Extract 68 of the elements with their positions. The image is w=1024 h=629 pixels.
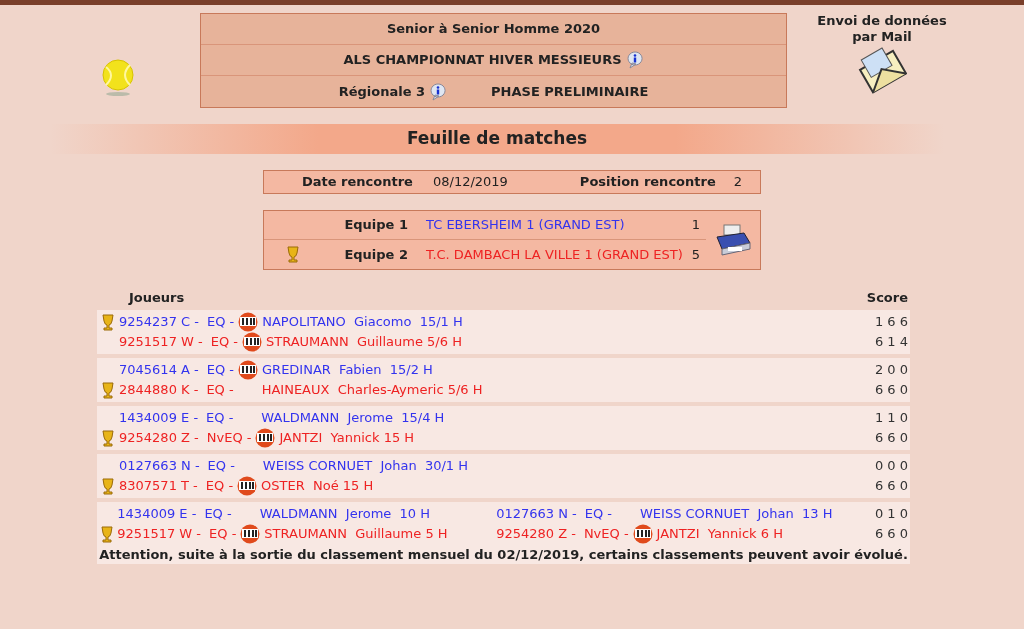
division-text: Régionale 3 <box>338 82 426 101</box>
position-label: Position rencontre <box>579 173 716 192</box>
team-status: NvEQ - <box>583 525 629 544</box>
set-scores: 6 6 0 <box>874 525 909 544</box>
player-name[interactable]: WEISS CORNUET Johan 30/1 H <box>262 456 468 476</box>
player-license[interactable]: 9251517 W - <box>117 524 202 544</box>
set-scores: 6 1 4 <box>874 333 909 352</box>
team-status: NvEQ - <box>206 429 252 448</box>
player-license[interactable]: 9254280 Z - <box>496 524 576 544</box>
notice-text: Attention, suite à la sortie du classement mensuel du 02/12/2019, certains classements peuvent avoir évolué. <box>97 546 910 564</box>
column-header: Joueurs <box>129 289 185 307</box>
player-license[interactable]: 2844880 K - <box>119 380 199 400</box>
player-name[interactable]: STRAUMANN Guillaume 5 H <box>264 524 448 544</box>
player-license[interactable]: 9254280 Z - <box>119 428 199 448</box>
team-label: Equipe 1 <box>343 216 408 235</box>
set-scores: 6 6 0 <box>874 477 909 496</box>
info-icon[interactable] <box>625 51 644 69</box>
team-score: 1 <box>691 216 700 235</box>
date-label: Date rencontre <box>302 173 413 192</box>
phase-text: PHASE PRELIMINAIRE <box>491 82 649 101</box>
set-scores: 1 1 0 <box>874 409 909 428</box>
player-name[interactable]: OSTER Noé 15 H <box>261 476 374 496</box>
team-status: EQ - <box>206 361 235 380</box>
player-license[interactable]: 1434009 E - <box>117 504 197 524</box>
player-license[interactable]: 0127663 N - <box>119 456 200 476</box>
tennis-ball-icon <box>100 59 136 97</box>
player-name[interactable]: WEISS CORNUET Johan 13 H <box>640 504 833 524</box>
player-name[interactable]: WALDMANN Jerome 15/4 H <box>261 408 445 428</box>
set-scores: 6 6 0 <box>874 381 909 400</box>
player-license[interactable]: 9251517 W - <box>119 332 203 352</box>
set-scores: 2 0 0 <box>874 361 909 380</box>
team-status: EQ - <box>210 333 238 352</box>
set-scores: 0 0 0 <box>874 457 909 476</box>
team-name[interactable]: TC EBERSHEIM 1 (GRAND EST) <box>426 215 625 235</box>
set-scores: 1 6 6 <box>874 313 909 332</box>
team-status: EQ - <box>206 409 234 428</box>
date-value: 08/12/2019 <box>432 173 508 192</box>
championship-text: ALS CHAMPIONNAT HIVER MESSIEURS <box>343 51 622 70</box>
team-name[interactable]: T.C. DAMBACH LA VILLE 1 (GRAND EST) <box>426 244 683 265</box>
team-status: EQ - <box>207 457 235 476</box>
team-status: EQ - <box>206 381 234 400</box>
set-scores: 6 6 0 <box>874 429 909 448</box>
player-name[interactable]: NAPOLITANO Giacomo 15/1 H <box>262 312 463 332</box>
category-text: Senior à Senior Homme 2020 <box>386 20 601 39</box>
team-status: EQ - <box>584 505 612 524</box>
team-label: Equipe 2 <box>343 245 408 264</box>
team-status: EQ - <box>205 477 234 496</box>
team-status: EQ - <box>209 525 237 544</box>
player-name[interactable]: GREDINAR Fabien 15/2 H <box>262 360 433 380</box>
set-scores: 0 1 0 <box>874 505 909 524</box>
player-name[interactable]: JANTZI Yannick 15 H <box>279 428 415 448</box>
team-score: 5 <box>691 245 700 264</box>
team-status: EQ - <box>204 505 232 524</box>
player-name[interactable]: WALDMANN Jerome 10 H <box>259 504 431 524</box>
team-status: EQ - <box>206 313 235 332</box>
mail-label[interactable]: Envoi de données par Mail <box>807 13 957 45</box>
column-header: Score <box>866 289 908 307</box>
player-name[interactable]: STRAUMANN Guillaume 5/6 H <box>266 332 462 352</box>
player-name[interactable]: JANTZI Yannick 6 H <box>656 524 783 544</box>
player-license[interactable]: 8307571 T - <box>119 476 198 496</box>
printer-icon[interactable] <box>714 223 752 257</box>
player-license[interactable]: 7045614 A - <box>119 360 199 380</box>
player-license[interactable]: 0127663 N - <box>496 504 577 524</box>
info-icon[interactable] <box>429 82 448 101</box>
player-name[interactable]: HAINEAUX Charles-Aymeric 5/6 H <box>261 380 483 400</box>
position-value: 2 <box>733 173 742 192</box>
player-license[interactable]: 1434009 E - <box>119 408 199 428</box>
player-license[interactable]: 9254237 C - <box>119 312 199 332</box>
